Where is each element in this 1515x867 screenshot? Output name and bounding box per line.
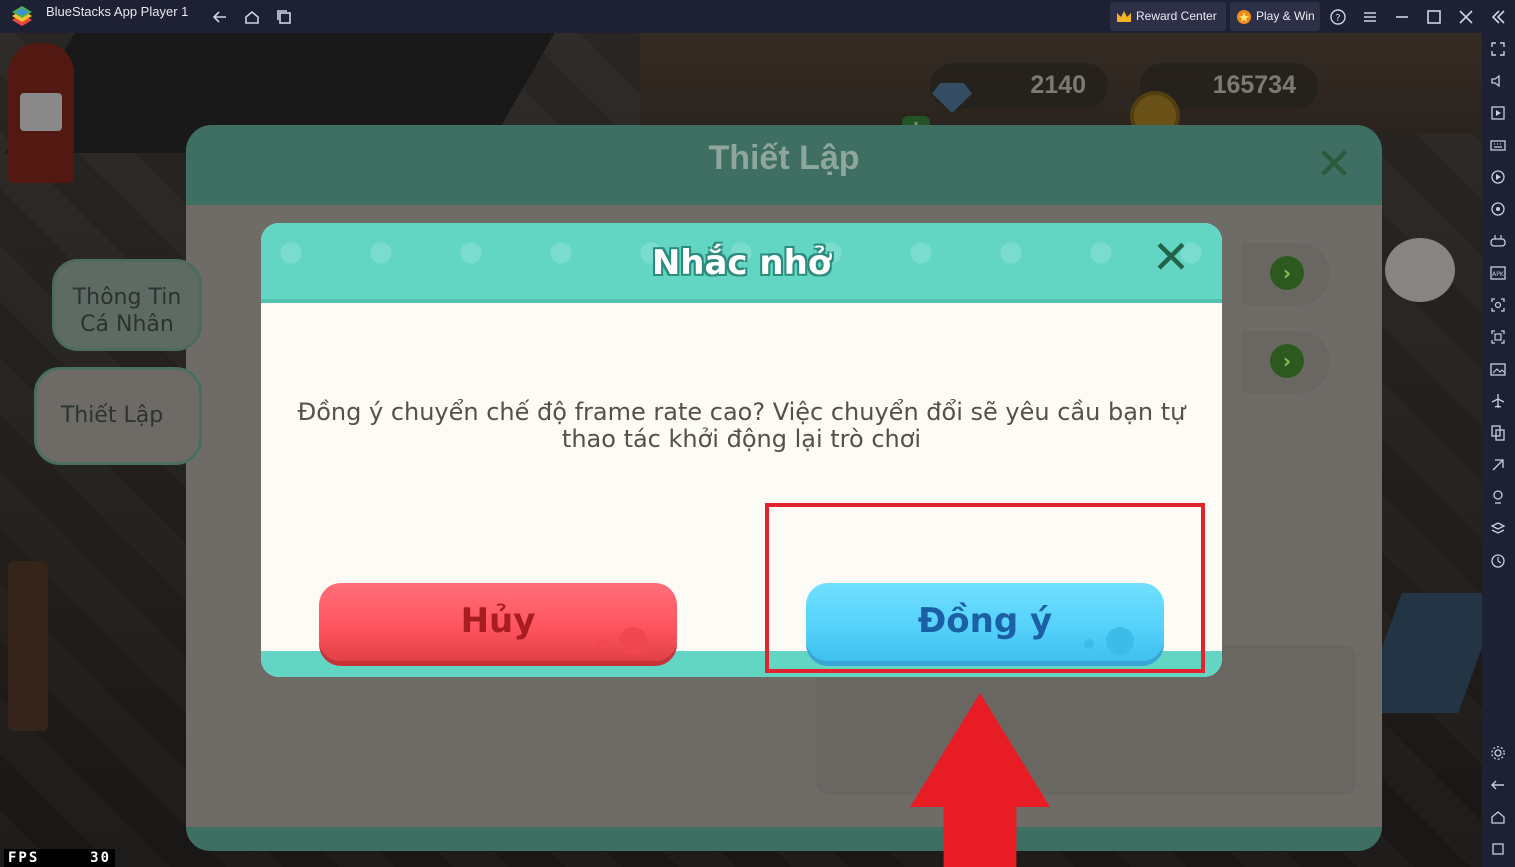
- fps-label: FPS: [8, 850, 40, 866]
- recent-apps-icon[interactable]: [1490, 841, 1506, 857]
- reward-center-button[interactable]: Reward Center: [1110, 2, 1226, 31]
- right-sidebar: APK: [1482, 33, 1515, 867]
- android-back-icon[interactable]: [1490, 777, 1506, 793]
- play-win-label: Play & Win: [1256, 9, 1315, 23]
- reward-center-label: Reward Center: [1136, 9, 1217, 23]
- sync-icon[interactable]: [1490, 201, 1506, 217]
- highlight-box-annotation: [765, 503, 1205, 673]
- arrow-right-icon: ›: [1270, 344, 1304, 378]
- tab-personal-info[interactable]: Thông Tin Cá Nhân: [52, 259, 202, 351]
- dialog-message: Đồng ý chuyển chế độ frame rate cao? Việ…: [297, 398, 1186, 453]
- button-bubble-decoration: [597, 639, 607, 649]
- fps-counter: FPS 30: [4, 849, 116, 867]
- button-bubble-decoration: [619, 627, 647, 655]
- maximize-icon[interactable]: [1425, 8, 1443, 26]
- help-icon[interactable]: ?: [1329, 8, 1347, 26]
- macro-icon[interactable]: [1490, 169, 1506, 185]
- fullscreen-icon[interactable]: [1490, 41, 1506, 57]
- airplane-mode-icon[interactable]: [1490, 393, 1506, 409]
- screenshot-icon[interactable]: [1490, 297, 1506, 313]
- dialog-title: Nhắc nhở: [651, 243, 832, 283]
- settings-footer: [186, 827, 1382, 851]
- svg-text:?: ?: [1335, 13, 1340, 24]
- menu-icon[interactable]: [1361, 8, 1379, 26]
- bluestacks-logo-icon: [12, 6, 32, 26]
- refresh-icon[interactable]: [1490, 553, 1506, 569]
- keyboard-icon[interactable]: [1490, 137, 1506, 153]
- fps-value: 30: [90, 850, 112, 866]
- tab-personal-info-label: Thông Tin Cá Nhân: [72, 285, 182, 337]
- cancel-button[interactable]: Hủy: [319, 583, 677, 661]
- apk-install-icon[interactable]: APK: [1490, 265, 1506, 281]
- location-icon[interactable]: [1490, 489, 1506, 505]
- gamepad-icon[interactable]: [1490, 233, 1506, 249]
- close-window-icon[interactable]: [1457, 8, 1475, 26]
- multi-instance-icon[interactable]: [1490, 425, 1506, 441]
- volume-icon[interactable]: [1490, 73, 1506, 89]
- screen-capture-icon[interactable]: [1490, 329, 1506, 345]
- svg-text:APK: APK: [1492, 271, 1505, 278]
- layers-icon[interactable]: [1490, 521, 1506, 537]
- android-home-icon[interactable]: [1490, 809, 1506, 825]
- screen-record-icon[interactable]: [1490, 105, 1506, 121]
- play-win-button[interactable]: Play & Win: [1230, 2, 1320, 31]
- settings-row-button[interactable]: ›: [1242, 331, 1330, 393]
- collapse-sidebar-icon[interactable]: [1489, 8, 1507, 26]
- play-win-icon: [1237, 10, 1251, 24]
- settings-gear-icon[interactable]: [1490, 745, 1506, 761]
- app-title: BlueStacks App Player 1: [46, 4, 189, 19]
- media-folder-icon[interactable]: [1490, 361, 1506, 377]
- settings-close-icon[interactable]: ✕: [1314, 143, 1354, 187]
- cancel-button-label: Hủy: [460, 601, 536, 641]
- tab-settings-label: Thiết Lập: [60, 403, 164, 428]
- crown-icon: [1117, 11, 1131, 22]
- settings-row-button[interactable]: ›: [1242, 243, 1330, 305]
- arrow-right-icon: ›: [1270, 256, 1304, 290]
- game-viewport: 2140 + 165734 Thiết Lập ✕ › › Thông Tin …: [0, 33, 1482, 867]
- back-icon[interactable]: [211, 8, 229, 26]
- tab-settings[interactable]: Thiết Lập: [34, 367, 202, 465]
- minimize-icon[interactable]: [1393, 8, 1411, 26]
- home-icon[interactable]: [243, 8, 261, 26]
- title-bar: BlueStacks App Player 1 Reward Center Pl…: [0, 0, 1515, 33]
- settings-title: Thiết Lập: [708, 139, 860, 177]
- multi-window-icon[interactable]: [275, 8, 293, 26]
- dialog-close-icon[interactable]: ✕: [1151, 234, 1191, 280]
- eco-mode-icon[interactable]: [1490, 457, 1506, 473]
- dialog-header-divider: [261, 299, 1222, 303]
